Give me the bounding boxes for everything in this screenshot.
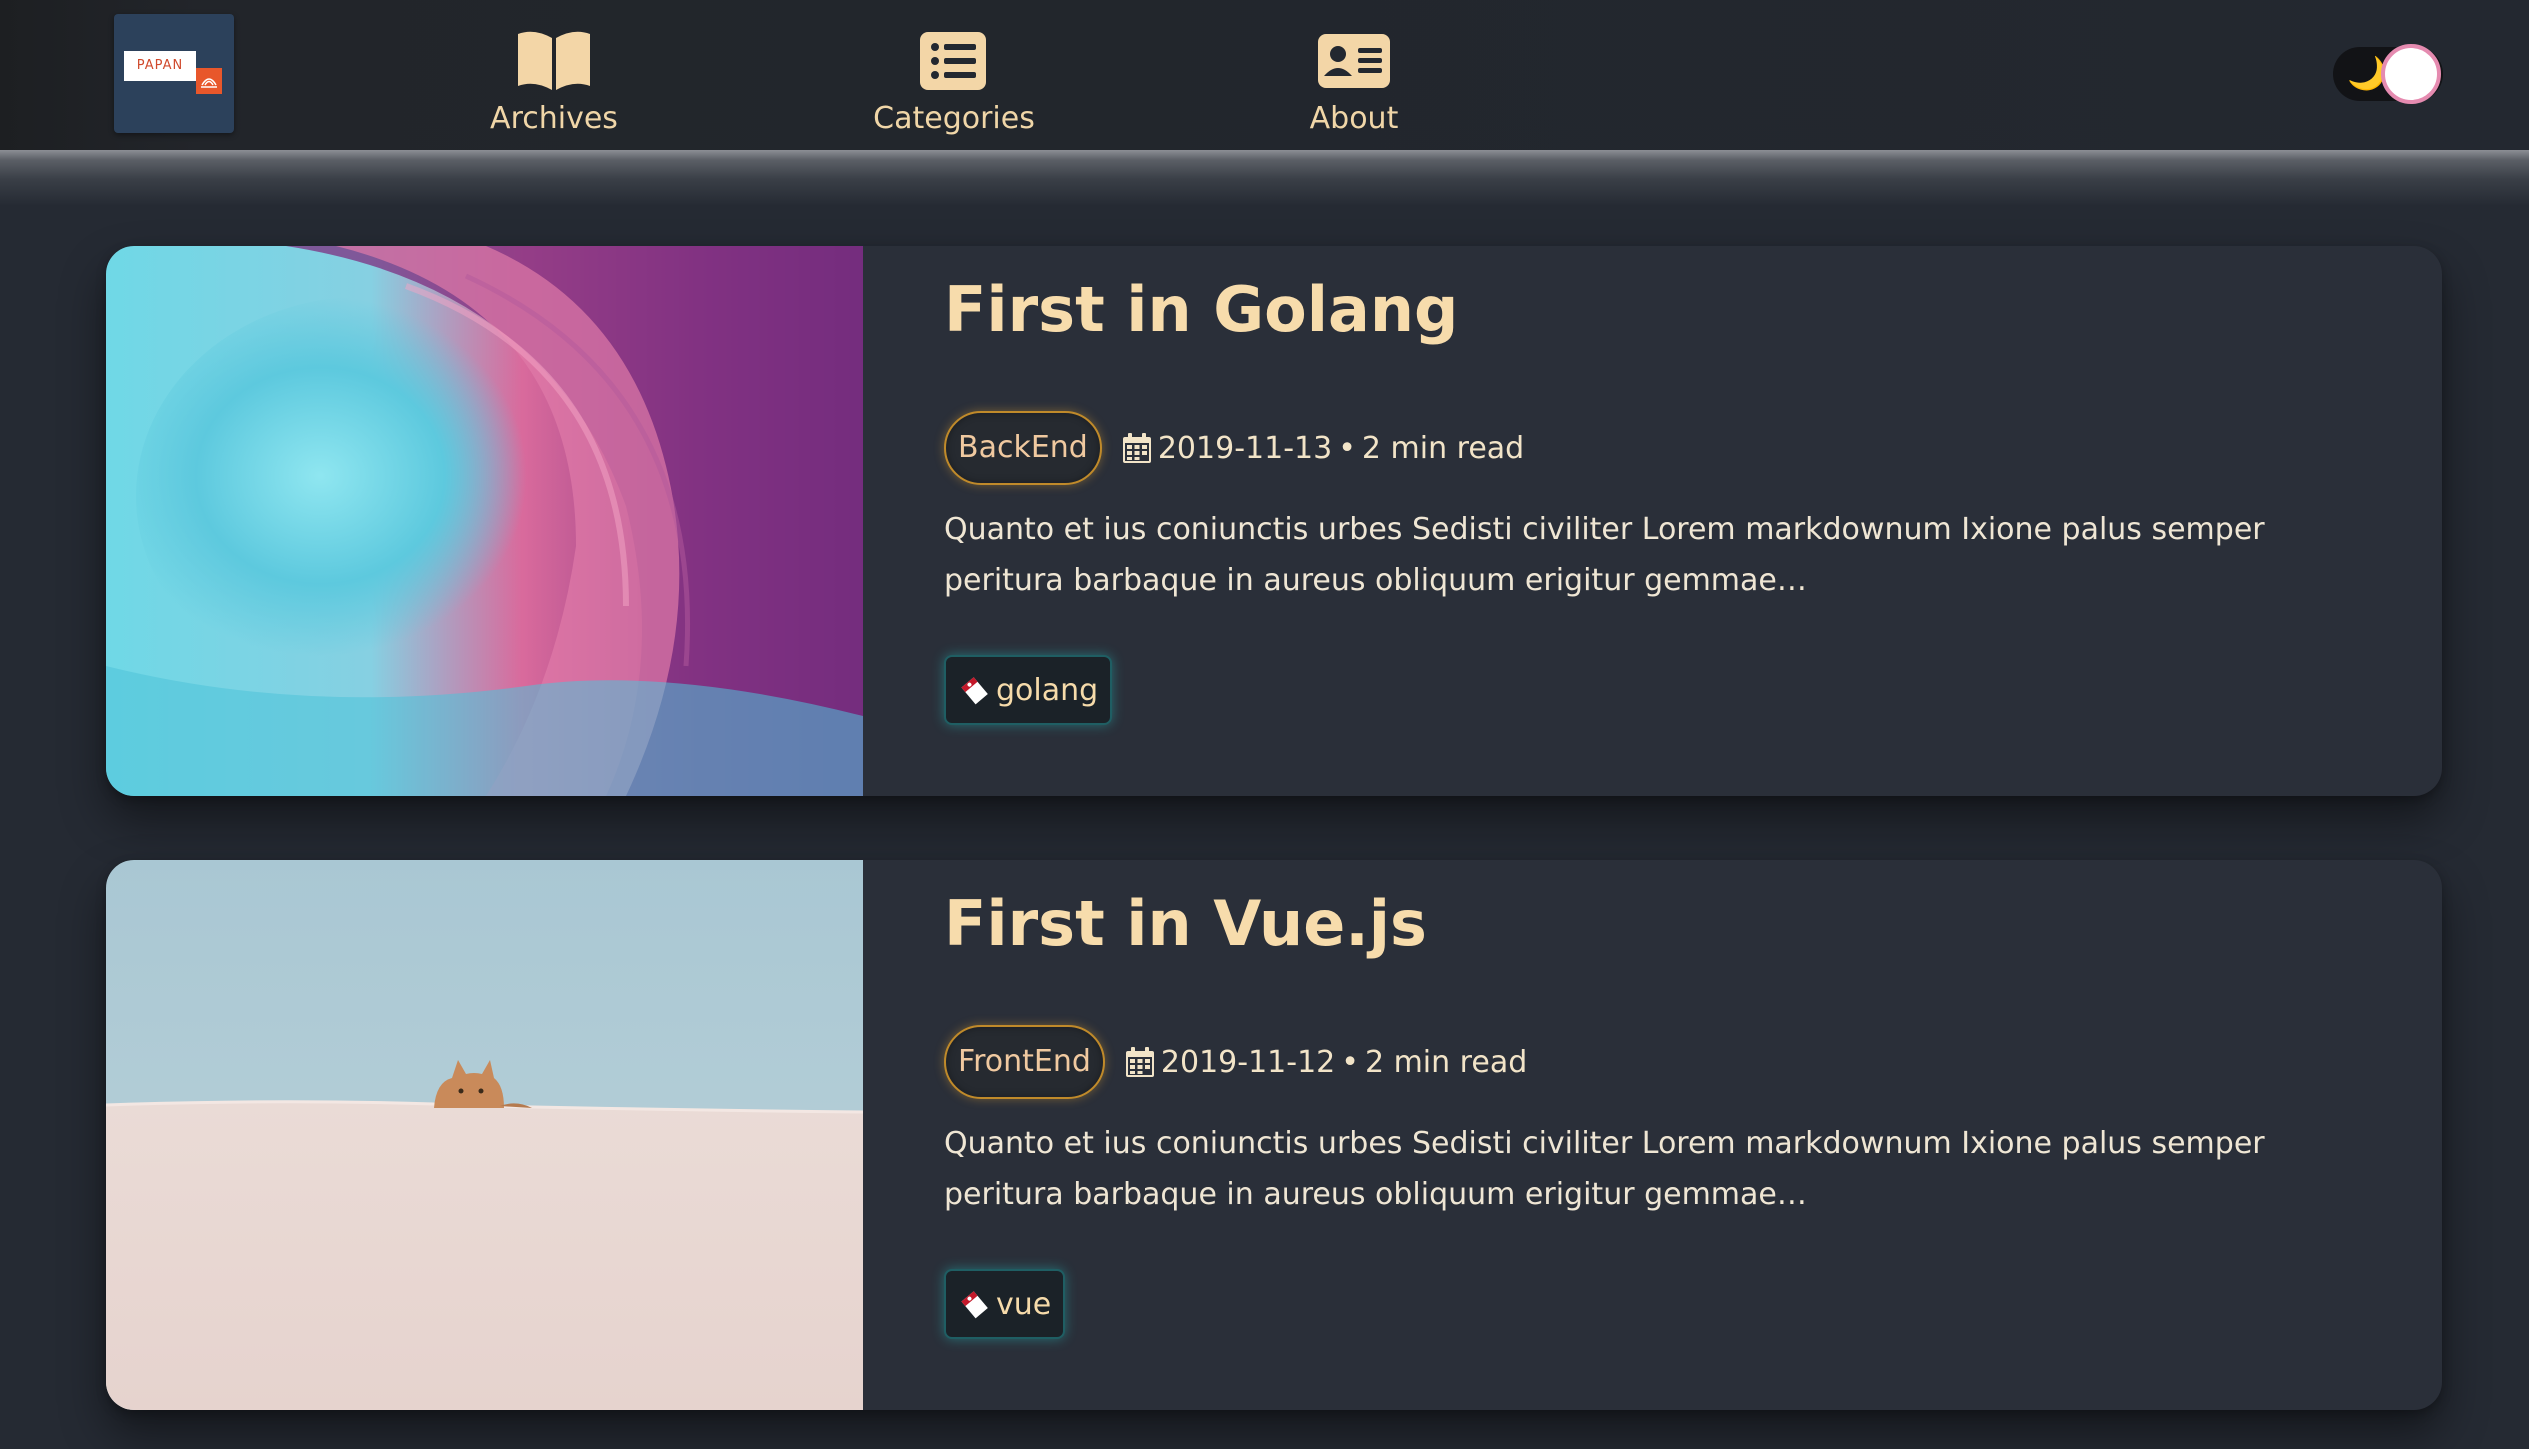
post-title[interactable]: First in Vue.js: [944, 886, 1427, 962]
post-thumbnail-wave[interactable]: [106, 246, 863, 796]
toggle-knob: [2381, 44, 2441, 104]
nav-categories[interactable]: Categories: [844, 30, 1064, 136]
logo-text: PAPAN: [124, 51, 196, 81]
post-tag[interactable]: golang: [944, 655, 1113, 725]
wave-image: [106, 246, 863, 796]
post-excerpt: Quanto et ius coniunctis urbes Sedisti c…: [944, 1126, 2265, 1212]
tag-icon: [961, 1291, 988, 1319]
post-date: 2019-11-13: [1157, 430, 1333, 466]
post-thumbnail-cat[interactable]: [106, 860, 863, 1410]
book-open-icon: [518, 31, 590, 90]
post-card: First in Vue.js FrontEnd 2019-11-12 • 2 …: [106, 860, 2442, 1410]
navbar: PAPAN Archives Categories About 🌙: [0, 0, 2529, 150]
nav-about[interactable]: About: [1244, 30, 1464, 136]
post-tag[interactable]: vue: [944, 1269, 1066, 1339]
cat-on-wall-image: [106, 860, 863, 1410]
calendar-icon: [1122, 433, 1151, 463]
id-card-icon: [1318, 34, 1390, 88]
post-excerpt: Quanto et ius coniunctis urbes Sedisti c…: [944, 512, 2265, 598]
meta-separator: •: [1341, 1044, 1359, 1080]
nav-about-label: About: [1309, 101, 1399, 136]
category-badge[interactable]: BackEnd: [944, 411, 1102, 485]
post-content: First in Golang BackEnd 2019-11-13 • 2 m…: [944, 246, 2384, 796]
navbar-shadow: [0, 150, 2529, 206]
nav-archives-label: Archives: [490, 101, 618, 136]
list-icon: [920, 32, 986, 90]
post-meta: BackEnd 2019-11-13 • 2 min read: [944, 411, 1524, 485]
site-logo[interactable]: PAPAN: [114, 14, 234, 133]
read-time: 2 min read: [1364, 1044, 1528, 1080]
post-title[interactable]: First in Golang: [944, 272, 1458, 348]
nav-categories-label: Categories: [873, 101, 1035, 136]
tag-label: golang: [996, 672, 1099, 708]
tag-label: vue: [996, 1286, 1052, 1322]
category-badge[interactable]: FrontEnd: [944, 1025, 1105, 1099]
read-time: 2 min read: [1361, 430, 1525, 466]
post-content: First in Vue.js FrontEnd 2019-11-12 • 2 …: [944, 860, 2384, 1410]
tag-icon: [961, 677, 988, 705]
post-date: 2019-11-12: [1160, 1044, 1336, 1080]
logo-mark-icon: [196, 68, 222, 94]
theme-toggle[interactable]: 🌙: [2333, 44, 2443, 104]
nav-archives[interactable]: Archives: [444, 30, 664, 136]
post-meta: FrontEnd 2019-11-12 • 2 min read: [944, 1025, 1527, 1099]
calendar-icon: [1125, 1047, 1154, 1077]
meta-separator: •: [1338, 430, 1356, 466]
post-card: First in Golang BackEnd 2019-11-13 • 2 m…: [106, 246, 2442, 796]
